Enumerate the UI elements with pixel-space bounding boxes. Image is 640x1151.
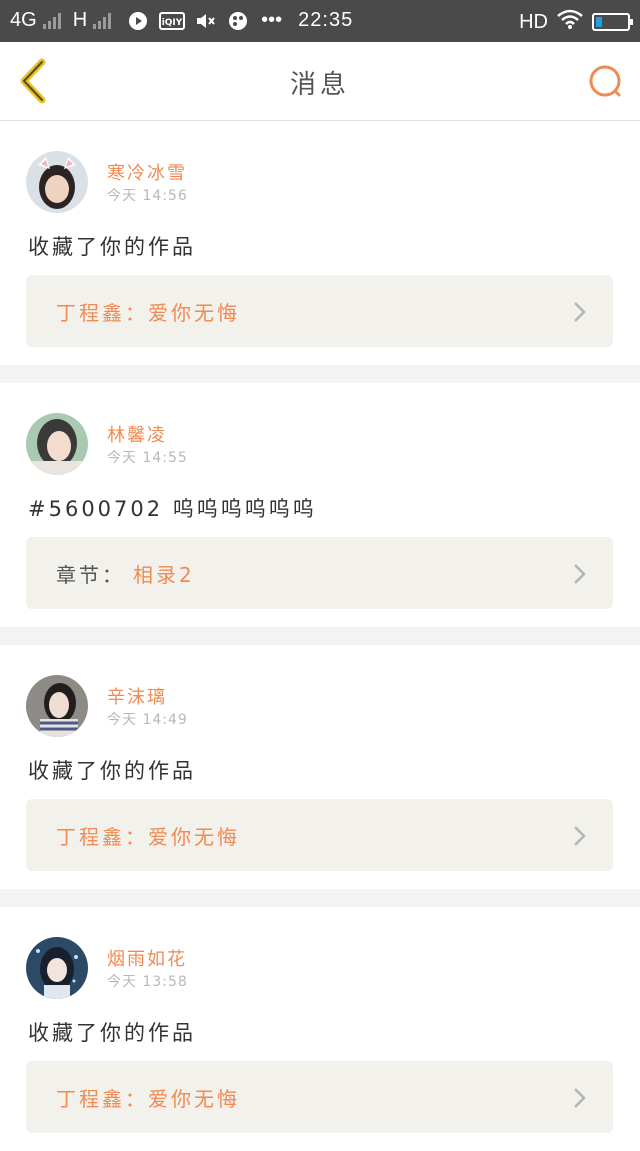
chapter-label: 章节： xyxy=(56,563,125,587)
message-text: 收藏了你的作品 xyxy=(28,759,196,783)
divider xyxy=(0,627,640,645)
username[interactable]: 烟雨如花 xyxy=(107,945,187,971)
chevron-right-icon xyxy=(574,826,586,846)
message-item: 辛沫璃 今天 14:49 收藏了你的作品 丁程鑫：爱你无悔 xyxy=(0,645,640,889)
status-bar: 4G H iQIY ••• 22:35 HD xyxy=(0,0,640,42)
clock: 22:35 xyxy=(298,9,354,31)
avatar[interactable] xyxy=(26,151,88,213)
more-dots-icon: ••• xyxy=(261,9,283,31)
message-item: 寒冷冰雪 今天 14:56 收藏了你的作品 丁程鑫：爱你无悔 xyxy=(0,121,640,365)
chevron-right-icon xyxy=(574,302,586,322)
avatar[interactable] xyxy=(26,937,88,999)
message-text: #5600702 呜呜呜呜呜呜 xyxy=(28,497,317,521)
message-time: 今天 14:56 xyxy=(107,188,188,204)
work-title: 丁程鑫：爱你无悔 xyxy=(56,1087,240,1111)
message-time: 今天 14:49 xyxy=(107,712,188,728)
chapter-link-text: 章节： 相录2 xyxy=(56,559,195,588)
work-title: 丁程鑫：爱你无悔 xyxy=(56,825,240,849)
chevron-right-icon xyxy=(574,564,586,584)
work-title: 丁程鑫：爱你无悔 xyxy=(56,301,240,325)
chapter-title: 相录2 xyxy=(133,563,195,587)
battery-icon xyxy=(592,13,633,31)
divider xyxy=(0,889,640,907)
divider xyxy=(0,365,640,383)
message-list: 寒冷冰雪 今天 14:56 收藏了你的作品 丁程鑫：爱你无悔 林馨凌 今天 14… xyxy=(0,121,640,1151)
message-text: 收藏了你的作品 xyxy=(28,1021,196,1045)
message-item: 林馨凌 今天 14:55 #5600702 呜呜呜呜呜呜 章节： 相录2 xyxy=(0,383,640,627)
message-text: 收藏了你的作品 xyxy=(28,235,196,259)
palette-icon xyxy=(227,10,249,32)
iqiyi-text: iQIY xyxy=(162,18,183,28)
chevron-right-icon xyxy=(574,1088,586,1108)
iqiyi-icon: iQIY xyxy=(159,10,186,32)
top-nav-bar: 消息 xyxy=(0,42,640,121)
username[interactable]: 林馨凌 xyxy=(107,421,167,447)
work-link-text: 丁程鑫：爱你无悔 xyxy=(56,1083,240,1112)
message-item: 烟雨如花 今天 13:58 收藏了你的作品 丁程鑫：爱你无悔 xyxy=(0,907,640,1151)
work-link-text: 丁程鑫：爱你无悔 xyxy=(56,821,240,850)
message-time: 今天 13:58 xyxy=(107,974,188,990)
search-button[interactable] xyxy=(586,62,626,102)
work-link-text: 丁程鑫：爱你无悔 xyxy=(56,297,240,326)
search-icon xyxy=(589,65,621,97)
username[interactable]: 辛沫璃 xyxy=(107,683,167,709)
wifi-icon xyxy=(556,9,584,35)
username[interactable]: 寒冷冰雪 xyxy=(107,159,187,185)
muted-speaker-icon xyxy=(195,10,217,32)
chapter-link[interactable]: 章节： 相录2 xyxy=(26,537,613,609)
work-link[interactable]: 丁程鑫：爱你无悔 xyxy=(26,275,613,347)
network-type: 4G xyxy=(10,9,37,31)
signal-icon-2 xyxy=(93,12,112,29)
signal-icon xyxy=(42,12,61,29)
message-time: 今天 14:55 xyxy=(107,450,188,466)
work-link[interactable]: 丁程鑫：爱你无悔 xyxy=(26,1061,613,1133)
hd-label: HD xyxy=(519,10,548,33)
avatar[interactable] xyxy=(26,675,88,737)
page-title: 消息 xyxy=(289,70,350,100)
network-type-2: H xyxy=(72,9,88,31)
play-icon xyxy=(127,10,149,32)
avatar[interactable] xyxy=(26,413,88,475)
work-link[interactable]: 丁程鑫：爱你无悔 xyxy=(26,799,613,871)
